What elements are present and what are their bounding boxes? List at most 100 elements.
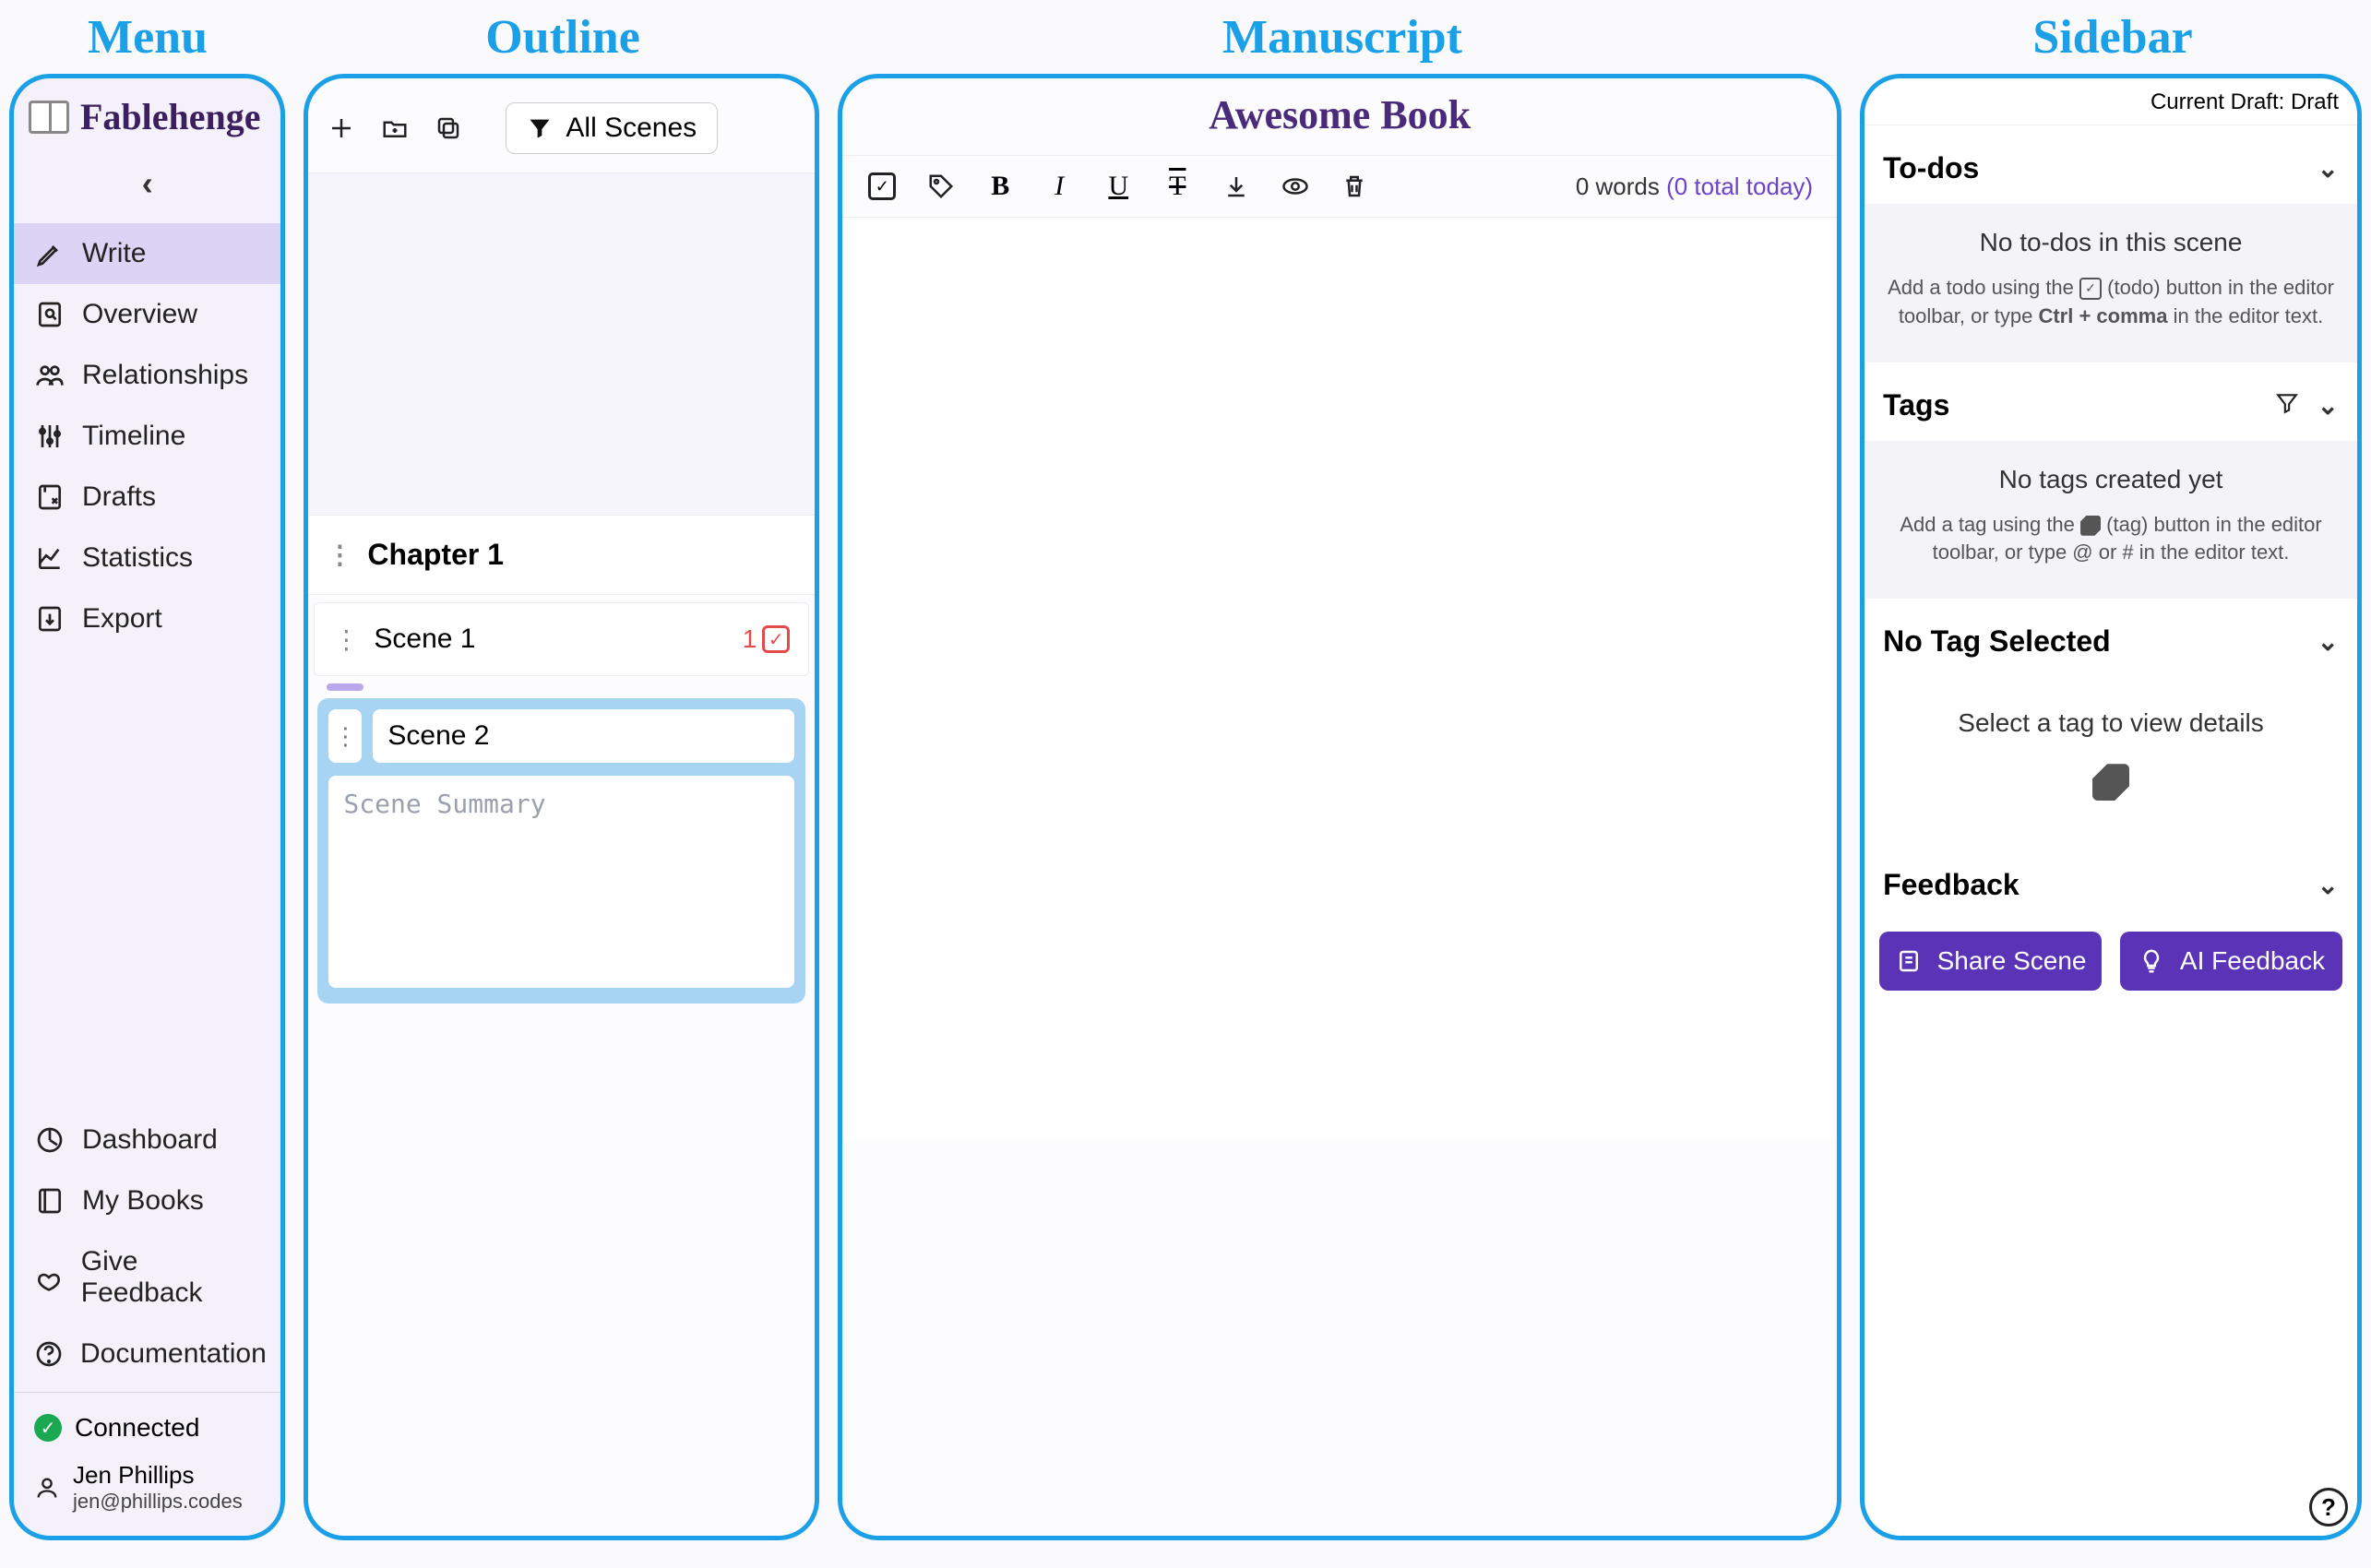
todos-section-header[interactable]: To-dos ⌄ <box>1865 125 2357 204</box>
nav-timeline[interactable]: Timeline <box>14 406 280 467</box>
nav-statistics[interactable]: Statistics <box>14 528 280 588</box>
lightbulb-icon <box>2138 947 2165 975</box>
drag-handle-icon[interactable]: ⋮ <box>328 709 362 763</box>
outline-empty-area <box>308 173 815 515</box>
chevron-down-icon[interactable]: ⌄ <box>2317 626 2339 657</box>
funnel-icon <box>527 115 553 141</box>
notag-body: Select a tag to view details <box>1865 677 2357 842</box>
pen-icon <box>34 238 66 269</box>
book-title: Awesome Book <box>842 78 1837 156</box>
nav-label: My Books <box>82 1185 204 1217</box>
section-title: No Tag Selected <box>1883 624 2111 659</box>
section-title: To-dos <box>1883 151 1979 185</box>
nav-write[interactable]: Write <box>14 223 280 284</box>
check-icon: ✓ <box>34 1414 62 1442</box>
clear-format-button[interactable]: T <box>1162 171 1193 202</box>
feedback-section-header[interactable]: Feedback ⌄ <box>1865 842 2357 921</box>
annotation-manuscript: Manuscript <box>830 10 1854 65</box>
todos-empty-title: No to-dos in this scene <box>1887 228 2335 257</box>
tags-section-header[interactable]: Tags ⌄ <box>1865 362 2357 441</box>
todo-button[interactable]: ✓ <box>866 171 898 202</box>
manuscript-panel: Awesome Book ✓ B I U T 0 words (0 total … <box>838 74 1841 1540</box>
new-folder-button[interactable] <box>380 113 410 143</box>
tag-button[interactable] <box>925 171 957 202</box>
brand-logo-icon <box>29 101 69 134</box>
tag-icon <box>2092 764 2129 801</box>
scene-row[interactable]: ⋮ Scene 1 1 ✓ <box>314 602 809 676</box>
todos-help-text: Add a todo using the ✓ (todo) button in … <box>1887 274 2335 331</box>
nav-relationships[interactable]: Relationships <box>14 345 280 406</box>
brand-name: Fablehenge <box>80 95 261 138</box>
section-title: Feedback <box>1883 868 2020 902</box>
nav-feedback[interactable]: Give Feedback <box>14 1231 280 1324</box>
chevron-down-icon[interactable]: ⌄ <box>2317 870 2339 900</box>
share-scene-button[interactable]: Share Scene <box>1879 932 2102 991</box>
underline-button[interactable]: U <box>1102 171 1134 202</box>
button-label: AI Feedback <box>2180 946 2325 976</box>
chevron-down-icon[interactable]: ⌄ <box>2317 390 2339 421</box>
back-button[interactable]: ‹ <box>142 164 153 202</box>
scene-summary-input[interactable] <box>328 776 794 988</box>
nav-overview[interactable]: Overview <box>14 284 280 345</box>
nav-documentation[interactable]: Documentation <box>14 1324 280 1384</box>
annotation-menu: Menu <box>0 10 295 65</box>
todos-empty: No to-dos in this scene Add a todo using… <box>1865 204 2357 362</box>
outline-panel: All Scenes ⋮ Chapter 1 ⋮ Scene 1 1 ✓ ⋮ <box>304 74 819 1540</box>
people-icon <box>34 360 66 391</box>
nav-dashboard[interactable]: Dashboard <box>14 1110 280 1170</box>
download-button[interactable] <box>1221 171 1252 202</box>
nav-label: Timeline <box>82 421 185 452</box>
scene-progress-bar <box>327 683 363 691</box>
chapter-row[interactable]: ⋮ Chapter 1 <box>308 515 815 595</box>
chart-icon <box>34 542 66 574</box>
bold-button[interactable]: B <box>984 171 1016 202</box>
brand: Fablehenge <box>14 78 280 148</box>
share-icon <box>1895 947 1923 975</box>
book-icon <box>34 1185 66 1217</box>
nav-export[interactable]: Export <box>14 588 280 649</box>
current-draft-label[interactable]: Current Draft: Draft <box>1865 78 2357 125</box>
delete-button[interactable] <box>1339 171 1370 202</box>
button-label: Share Scene <box>1937 946 2087 976</box>
user-name: Jen Phillips <box>73 1461 243 1490</box>
export-icon <box>34 603 66 635</box>
help-icon <box>34 1338 64 1370</box>
tags-help-text: Add a tag using the (tag) button in the … <box>1887 511 2335 568</box>
nav-label: Statistics <box>82 542 193 574</box>
annotation-sidebar: Sidebar <box>1854 10 2371 65</box>
nav-drafts[interactable]: Drafts <box>14 467 280 528</box>
tags-empty-title: No tags created yet <box>1887 465 2335 494</box>
add-button[interactable] <box>327 113 356 143</box>
sidebar-panel: Current Draft: Draft To-dos ⌄ No to-dos … <box>1860 74 2362 1540</box>
help-button[interactable]: ? <box>2309 1488 2348 1526</box>
filter-scenes-button[interactable]: All Scenes <box>506 102 718 154</box>
nav-label: Documentation <box>80 1338 267 1370</box>
copy-button[interactable] <box>434 113 463 143</box>
filter-label: All Scenes <box>566 113 697 144</box>
chevron-down-icon[interactable]: ⌄ <box>2317 153 2339 184</box>
preview-button[interactable] <box>1280 171 1311 202</box>
drag-handle-icon[interactable]: ⋮ <box>333 624 359 655</box>
nav-label: Dashboard <box>82 1124 218 1156</box>
drag-handle-icon[interactable]: ⋮ <box>327 540 352 570</box>
nav-label: Give Feedback <box>81 1246 261 1309</box>
user-account[interactable]: Jen Phillips jen@phillips.codes <box>14 1455 280 1526</box>
nav-mybooks[interactable]: My Books <box>14 1170 280 1231</box>
ai-feedback-button[interactable]: AI Feedback <box>2120 932 2342 991</box>
nav-label: Export <box>82 603 162 635</box>
overview-icon <box>34 299 66 330</box>
editor-textarea[interactable] <box>842 218 1837 1140</box>
heart-hand-icon <box>34 1262 65 1293</box>
filter-tags-button[interactable] <box>2275 388 2299 422</box>
notag-text: Select a tag to view details <box>1883 708 2339 738</box>
drafts-icon <box>34 481 66 513</box>
todo-icon: ✓ <box>2079 278 2102 300</box>
italic-button[interactable]: I <box>1043 171 1075 202</box>
nav-label: Overview <box>82 299 197 330</box>
scene-title-input[interactable] <box>373 709 794 763</box>
notag-section-header[interactable]: No Tag Selected ⌄ <box>1865 599 2357 677</box>
dashboard-icon <box>34 1124 66 1156</box>
words-today: (0 total today) <box>1666 172 1813 200</box>
scene-todo-badge[interactable]: 1 ✓ <box>743 624 791 654</box>
section-title: Tags <box>1883 388 1949 422</box>
